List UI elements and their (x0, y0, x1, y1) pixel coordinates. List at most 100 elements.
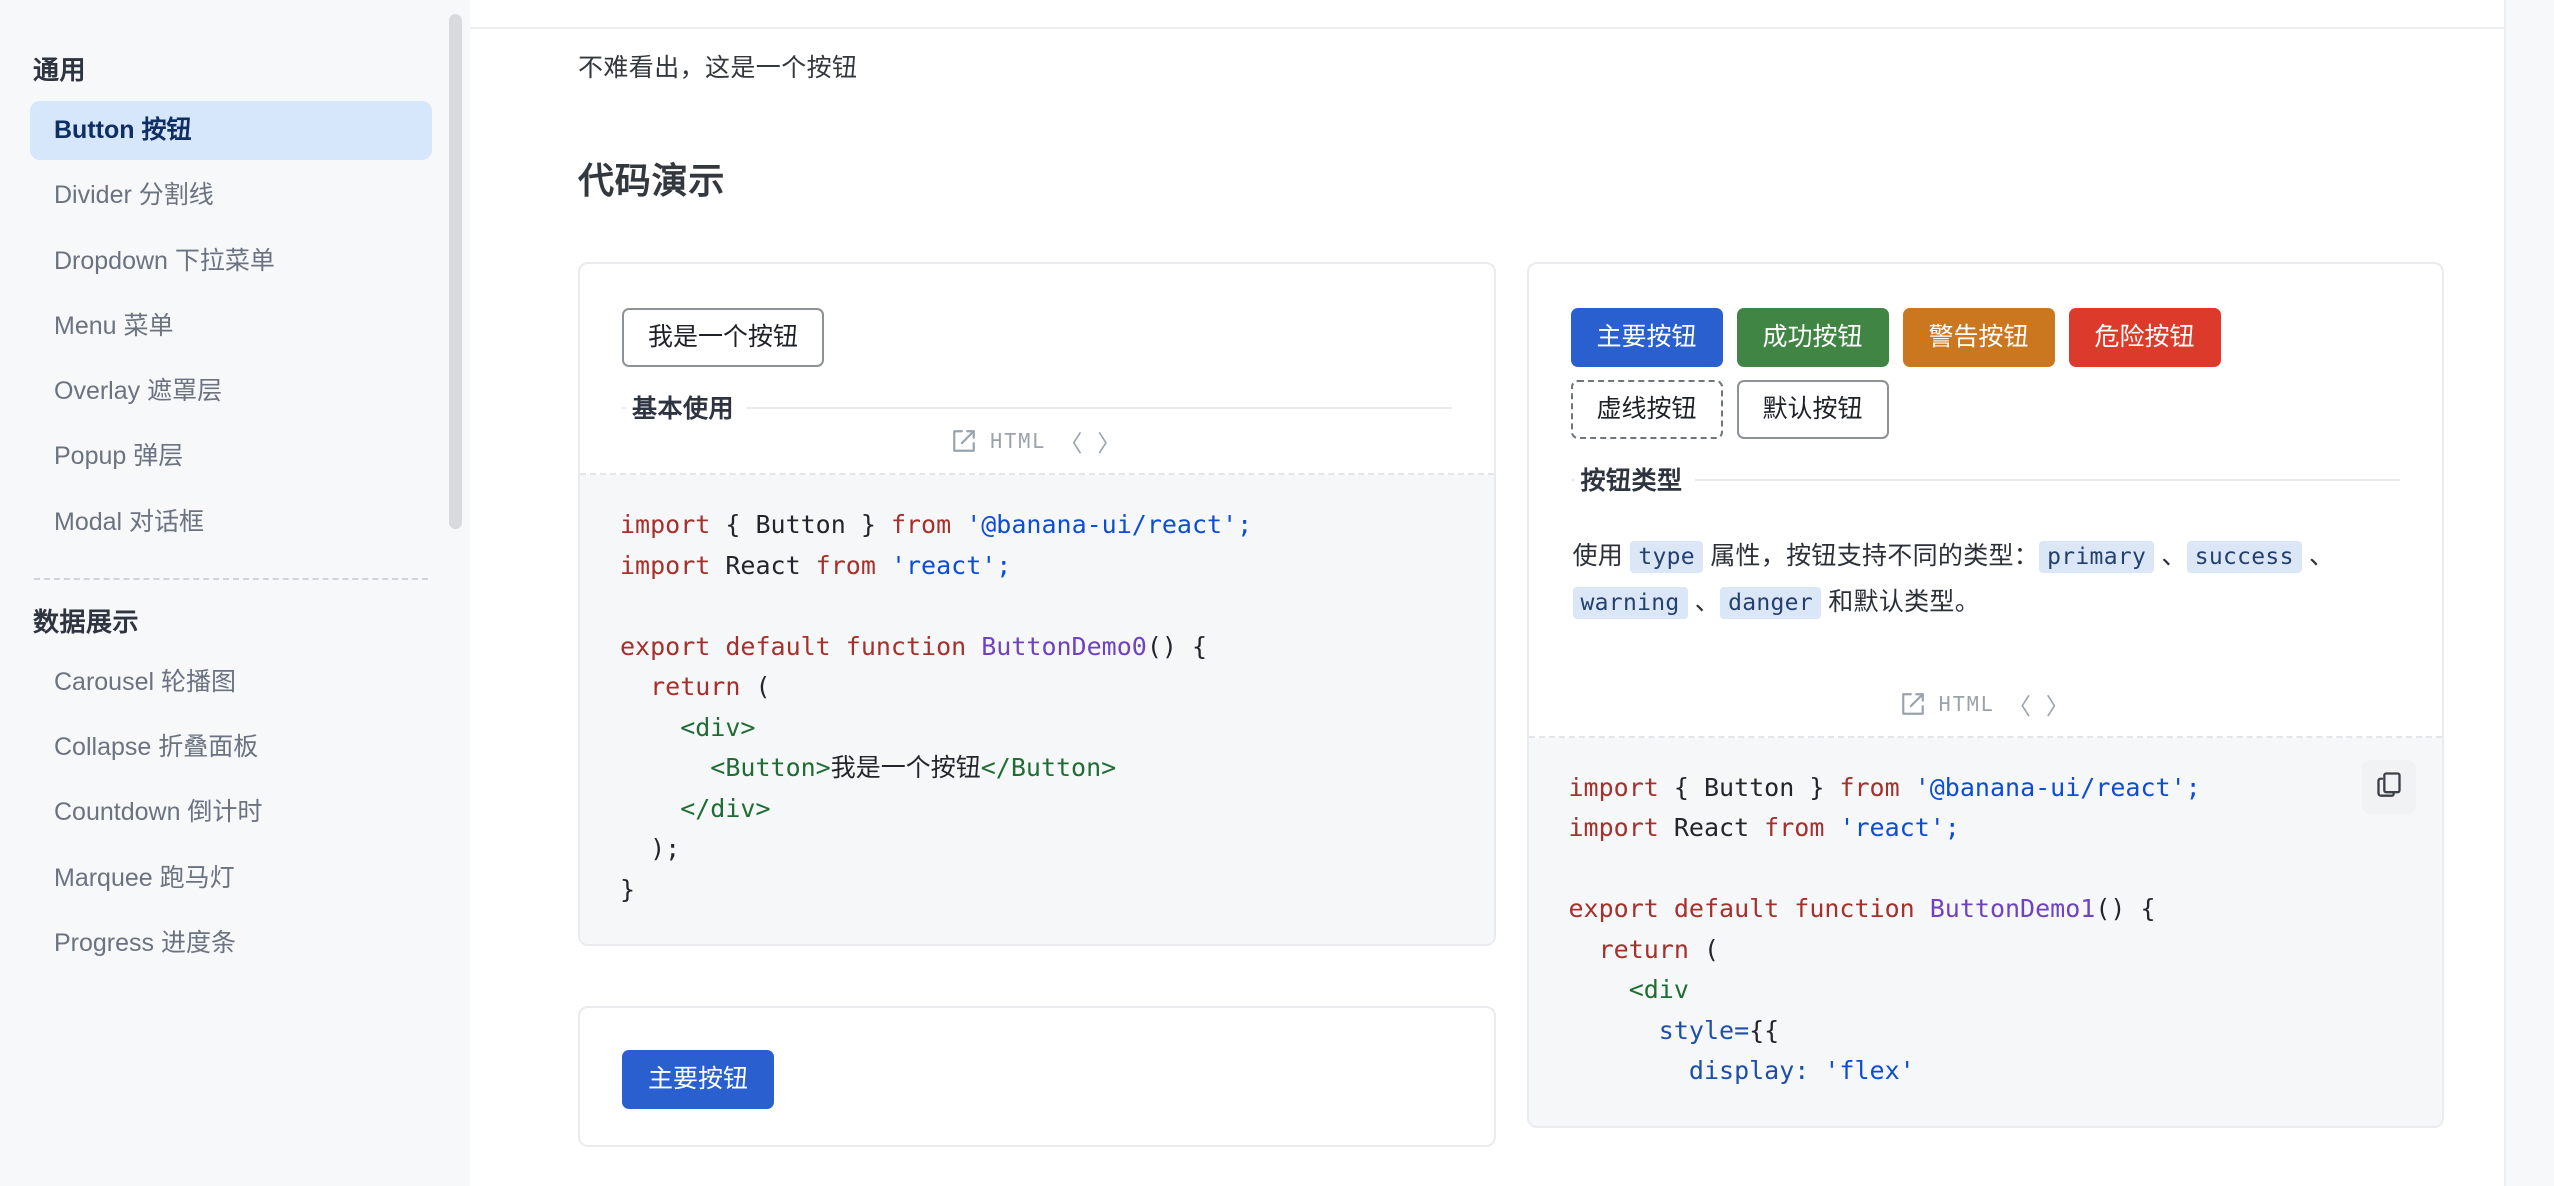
sidebar-scrollbar-thumb[interactable] (449, 14, 462, 529)
chevron-right-icon[interactable]: 〉 (2046, 687, 2071, 721)
sidebar-item-divider[interactable]: Divider 分割线 (30, 166, 432, 225)
code-token: ( (740, 672, 771, 701)
inline-code-success: success (2186, 541, 2302, 573)
demo-legend-types: 按钮类型 (1570, 461, 2400, 497)
sidebar: 通用 Button 按钮 Divider 分割线 Dropdown 下拉菜单 M… (0, 0, 470, 1186)
code-token: ( (1688, 934, 1720, 964)
demo-button-warning[interactable]: 警告按钮 (1902, 308, 2055, 367)
code-token: style= (1568, 1015, 1750, 1045)
code-token: {{ (1749, 1015, 1780, 1045)
code-token: React (710, 550, 816, 580)
demo-button-dashed[interactable]: 虚线按钮 (1570, 380, 1723, 439)
code-token: '@banana-ui/react'; (1899, 772, 2201, 802)
code-token: <Button> (620, 753, 831, 782)
sidebar-item-label: Modal 对话框 (54, 507, 205, 536)
desc-text: 、 (2154, 542, 2187, 570)
desc-text: 使用 (1572, 542, 1631, 570)
code-token: { Button } (1658, 772, 1840, 802)
sidebar-item-modal[interactable]: Modal 对话框 (30, 493, 432, 552)
inline-code-warning: warning (1572, 587, 1688, 620)
chevron-left-icon[interactable]: 〈 (1059, 424, 1084, 458)
sidebar-item-marquee[interactable]: Marquee 跑马灯 (30, 849, 432, 908)
demo-button-primary[interactable]: 主要按钮 (1570, 308, 1723, 367)
code-token: <div> (620, 712, 756, 742)
sidebar-nav: 通用 Button 按钮 Divider 分割线 Dropdown 下拉菜单 M… (0, 50, 470, 973)
code-token: </div> (620, 793, 771, 823)
demo-card-button-types: 主要按钮 成功按钮 警告按钮 危险按钮 虚线按钮 默认按钮 按钮类型 使用 ty… (1526, 262, 2444, 1128)
toolbar-format-label: HTML (990, 429, 1047, 453)
chevron-right-icon[interactable]: 〉 (1097, 424, 1122, 458)
code-token: () { (2095, 894, 2156, 923)
sidebar-item-collapse[interactable]: Collapse 折叠面板 (30, 718, 432, 777)
code-token: from (1839, 772, 1900, 802)
desc-text: 、 (1687, 588, 1721, 617)
demo-toolbar-types[interactable]: HTML 〈 〉 (1528, 672, 2442, 738)
sidebar-item-popup[interactable]: Popup 弹层 (30, 427, 432, 486)
demo-description: 使用 type 属性，按钮支持不同的类型： primary 、 success 、w… (1529, 481, 2443, 672)
sidebar-divider (34, 577, 428, 580)
toolbar-format-label: HTML (1938, 691, 1995, 716)
code-token: ); (620, 834, 681, 863)
code-token: 'react'; (875, 550, 1012, 580)
code-token: from (890, 510, 952, 539)
inline-code-primary: primary (2039, 541, 2155, 573)
sidebar-item-label: Collapse 折叠面板 (54, 733, 259, 761)
code-token: <div (1568, 975, 1689, 1004)
demo-column-right: 主要按钮 成功按钮 警告按钮 危险按钮 虚线按钮 默认按钮 按钮类型 使用 ty… (1526, 262, 2444, 1186)
code-token: export default function (620, 631, 967, 661)
sidebar-item-menu[interactable]: Menu 菜单 (30, 297, 432, 356)
demo-preview-area-types: 主要按钮 成功按钮 警告按钮 危险按钮 虚线按钮 默认按钮 (1529, 264, 2443, 479)
external-link-icon[interactable] (951, 428, 977, 454)
code-token: import (620, 510, 711, 539)
demo-button-default[interactable]: 默认按钮 (1736, 380, 1889, 439)
code-token: from (1764, 813, 1825, 842)
code-token: import (620, 550, 711, 580)
sidebar-item-label: Dropdown 下拉菜单 (54, 246, 275, 275)
code-token: return (1568, 934, 1689, 964)
code-token: 'react'; (1824, 813, 1960, 842)
sidebar-item-dropdown[interactable]: Dropdown 下拉菜单 (30, 232, 432, 291)
sidebar-item-label: Marquee 跑马灯 (54, 863, 235, 892)
demo-legend-basic: 基本使用 (622, 389, 1452, 425)
demo-button-next-primary[interactable]: 主要按钮 (622, 1050, 775, 1109)
button-type-row-outline: 虚线按钮 默认按钮 (1570, 380, 2401, 439)
external-link-icon[interactable] (1900, 691, 1926, 717)
demo-card-basic-usage: 我是一个按钮 基本使用 HTML 〈 〉 import {Button} f… (578, 262, 1496, 946)
sidebar-item-carousel[interactable]: Carousel 轮播图 (30, 653, 432, 712)
code-content[interactable]: import { Button } from '@banana-ui/react… (1569, 768, 2403, 1092)
code-token: React (1658, 813, 1765, 842)
demo-preview-area-next: 主要按钮 (580, 1008, 1494, 1145)
sidebar-item-countdown[interactable]: Countdown 倒计时 (30, 783, 432, 842)
demo-button-success[interactable]: 成功按钮 (1736, 308, 1889, 367)
copy-icon (2375, 770, 2403, 803)
demo-preview-area: 我是一个按钮 (580, 264, 1494, 407)
demo-button-basic[interactable]: 我是一个按钮 (622, 308, 825, 367)
demo-column-left: 我是一个按钮 基本使用 HTML 〈 〉 import {Button} f… (578, 262, 1496, 1186)
code-token: return (620, 672, 741, 701)
demo-button-danger[interactable]: 危险按钮 (2068, 308, 2221, 367)
button-type-row-filled: 主要按钮 成功按钮 警告按钮 危险按钮 (1570, 308, 2401, 367)
app-root: 通用 Button 按钮 Divider 分割线 Dropdown 下拉菜单 M… (0, 0, 2554, 1186)
nav-group-title-general: 通用 (33, 55, 87, 85)
demo-legend-label: 基本使用 (626, 389, 747, 425)
sidebar-item-button[interactable]: Button 按钮 (30, 101, 432, 161)
lead-paragraph: 不难看出，这是一个按钮 (578, 54, 858, 82)
sidebar-item-overlay[interactable]: Overlay 遮罩层 (30, 362, 432, 421)
chevron-left-icon[interactable]: 〈 (2008, 687, 2033, 721)
sidebar-item-progress[interactable]: Progress 进度条 (30, 914, 432, 973)
code-token: 'flex' (1809, 1056, 1915, 1085)
sidebar-item-label: Menu 菜单 (54, 311, 174, 340)
code-block-basic: import { Button } from '@banana-ui/react… (580, 475, 1494, 944)
code-content[interactable]: import { Button } from '@banana-ui/react… (620, 505, 1454, 910)
copy-code-button[interactable] (2362, 759, 2416, 814)
code-token: </Button> (980, 753, 1117, 782)
content-top-rule (470, 27, 2554, 29)
page-title: 代码演示 (578, 160, 726, 201)
code-token: export default function (1568, 894, 1915, 923)
code-token: ButtonDemo1 (1914, 894, 2096, 923)
code-token: ButtonDemo0 (966, 631, 1147, 661)
demo-cards-row: 我是一个按钮 基本使用 HTML 〈 〉 import {Button} f… (578, 262, 2444, 1186)
nav-group-title-data-display: 数据展示 (33, 606, 140, 637)
code-token: import (1568, 772, 1659, 802)
main-content: 不难看出，这是一个按钮 代码演示 我是一个按钮 基本使用 HTML 〈 〉 im… (470, 0, 2554, 1186)
